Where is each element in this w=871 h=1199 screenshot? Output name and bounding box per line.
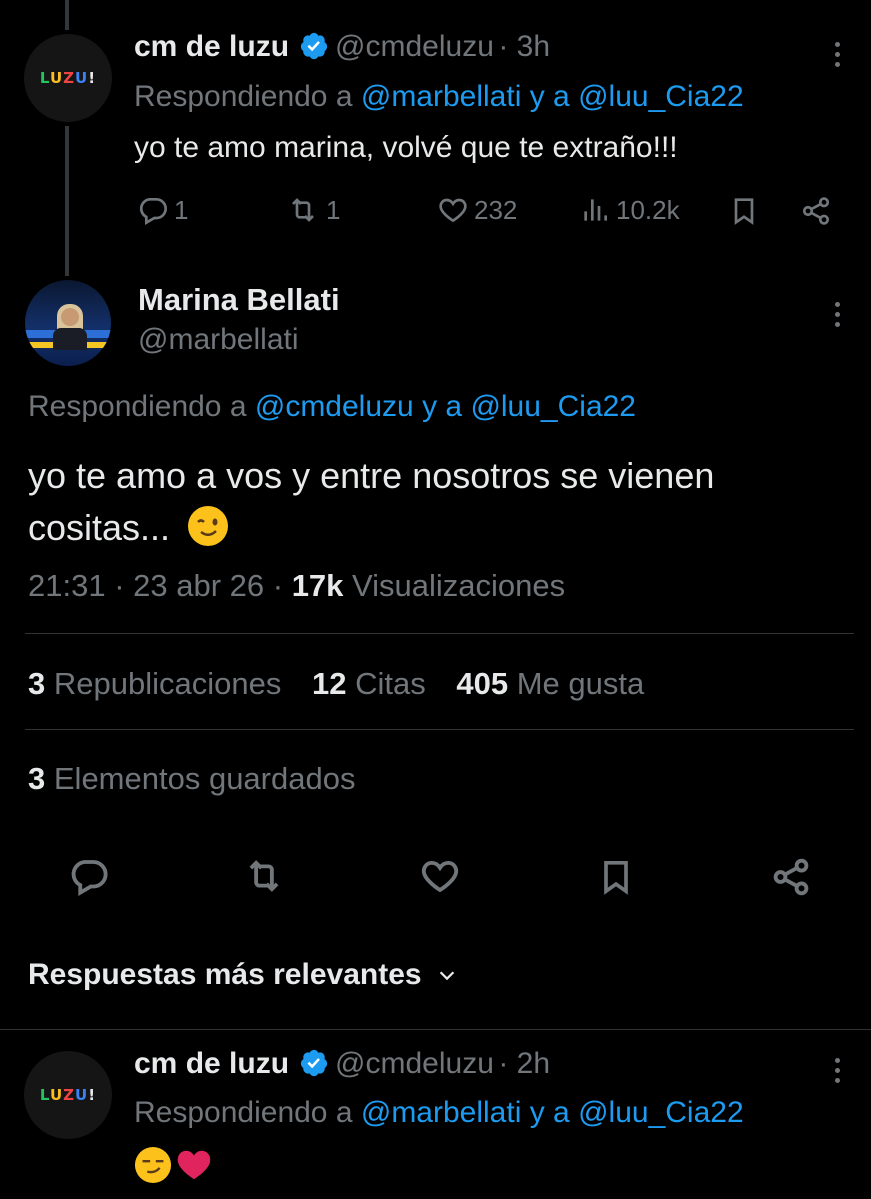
engagement-stats: 3 Republicaciones 12 Citas 405 Me gusta: [28, 666, 644, 702]
author-handle[interactable]: @cmdeluzu: [335, 30, 494, 63]
tweet-cmdeluzu-1[interactable]: LUZU! cm de luzu @cmdeluzu · 3h Respondie…: [0, 0, 871, 260]
views-button[interactable]: 10.2k: [578, 194, 680, 226]
tweet-time[interactable]: · 2h: [498, 1047, 550, 1080]
sort-label: Respuestas más relevantes: [28, 958, 422, 991]
more-icon[interactable]: [833, 42, 841, 67]
likes-stat[interactable]: 405 Me gusta: [456, 666, 644, 701]
views-icon: [584, 199, 607, 221]
replying-to: Respondiendo a @marbellati y a @luu_Cia2…: [134, 80, 744, 113]
smirking-face-emoji: [134, 1146, 172, 1184]
views-count: 17k: [291, 568, 344, 603]
more-icon[interactable]: [833, 1058, 841, 1083]
avatar-marbellati[interactable]: [25, 280, 111, 366]
tweet-text-block: yo te amo a vos y entre nosotros se vien…: [28, 450, 828, 554]
share-icon: [802, 197, 830, 225]
mention-link[interactable]: @luu_Cia22: [470, 390, 636, 423]
mention-link[interactable]: @luu_Cia22: [578, 1096, 744, 1129]
repost-button[interactable]: 1: [284, 194, 340, 226]
mention-link[interactable]: @cmdeluzu: [255, 390, 414, 423]
winking-face-emoji: [188, 506, 229, 546]
like-button[interactable]: 232: [436, 194, 517, 226]
author-name[interactable]: cm de luzu: [134, 1047, 289, 1080]
mention-link[interactable]: @luu_Cia22: [578, 80, 744, 113]
mention-link[interactable]: @marbellati: [361, 80, 522, 113]
avatar-cmdeluzu[interactable]: LUZU!: [24, 1051, 112, 1139]
sort-replies-button[interactable]: Respuestas más relevantes: [28, 958, 458, 992]
tweet-text: yo te amo a vos y entre nosotros se vien…: [28, 455, 715, 548]
chevron-down-icon: [439, 971, 454, 981]
like-icon: [421, 860, 459, 893]
red-heart-emoji: [177, 1150, 211, 1180]
tweet-cmdeluzu-2[interactable]: LUZU! cm de luzu @cmdeluzu · 2h Respondie…: [0, 1030, 871, 1199]
share-icon: [773, 858, 809, 896]
reply-button[interactable]: [68, 855, 110, 902]
bookmark-button[interactable]: [728, 194, 760, 228]
views-label: Visualizaciones: [352, 568, 566, 603]
more-icon[interactable]: [833, 302, 841, 327]
repost-icon: [249, 860, 279, 892]
replying-to: Respondiendo a @cmdeluzu y a @luu_Cia22: [28, 390, 636, 423]
like-button[interactable]: [418, 855, 462, 902]
tweet-text-emojis: [134, 1146, 214, 1184]
verified-badge-icon: [300, 1049, 328, 1077]
quotes-stat[interactable]: 12 Citas: [312, 666, 426, 701]
author-name[interactable]: Marina Bellati: [138, 282, 340, 318]
verified-badge-icon: [300, 32, 328, 60]
luzu-logo: LUZU!: [39, 69, 97, 87]
reply-button[interactable]: 1: [136, 194, 188, 226]
like-icon: [439, 198, 467, 223]
bookmark-icon: [734, 198, 754, 225]
tweet-meta: 21:31 · 23 abr 26 · 17k Visualizaciones: [28, 568, 565, 604]
mention-link[interactable]: @marbellati: [361, 1096, 522, 1129]
bookmark-icon: [604, 861, 628, 895]
author-handle[interactable]: @marbellati: [138, 323, 340, 357]
tweet-time[interactable]: · 3h: [498, 30, 550, 63]
reply-icon: [71, 860, 108, 896]
reposts-stat[interactable]: 3 Republicaciones: [28, 666, 281, 701]
share-button[interactable]: [800, 194, 832, 228]
reply-icon: [139, 198, 167, 225]
author-handle[interactable]: @cmdeluzu: [335, 1047, 494, 1080]
repost-icon: [292, 198, 314, 222]
avatar-cmdeluzu[interactable]: LUZU!: [24, 34, 112, 122]
bookmark-button[interactable]: [596, 855, 636, 904]
divider: [25, 729, 854, 730]
divider: [25, 633, 854, 634]
bookmarks-stat[interactable]: 3 Elementos guardados: [28, 761, 355, 797]
luzu-logo: LUZU!: [39, 1086, 97, 1104]
tweet-text: yo te amo marina, volvé que te extraño!!…: [134, 131, 678, 164]
share-button[interactable]: [770, 855, 812, 904]
timestamp[interactable]: 21:31 · 23 abr 26 ·: [28, 568, 283, 603]
repost-button[interactable]: [241, 855, 287, 902]
author-name[interactable]: cm de luzu: [134, 30, 289, 63]
replying-to: Respondiendo a @marbellati y a @luu_Cia2…: [134, 1096, 744, 1129]
